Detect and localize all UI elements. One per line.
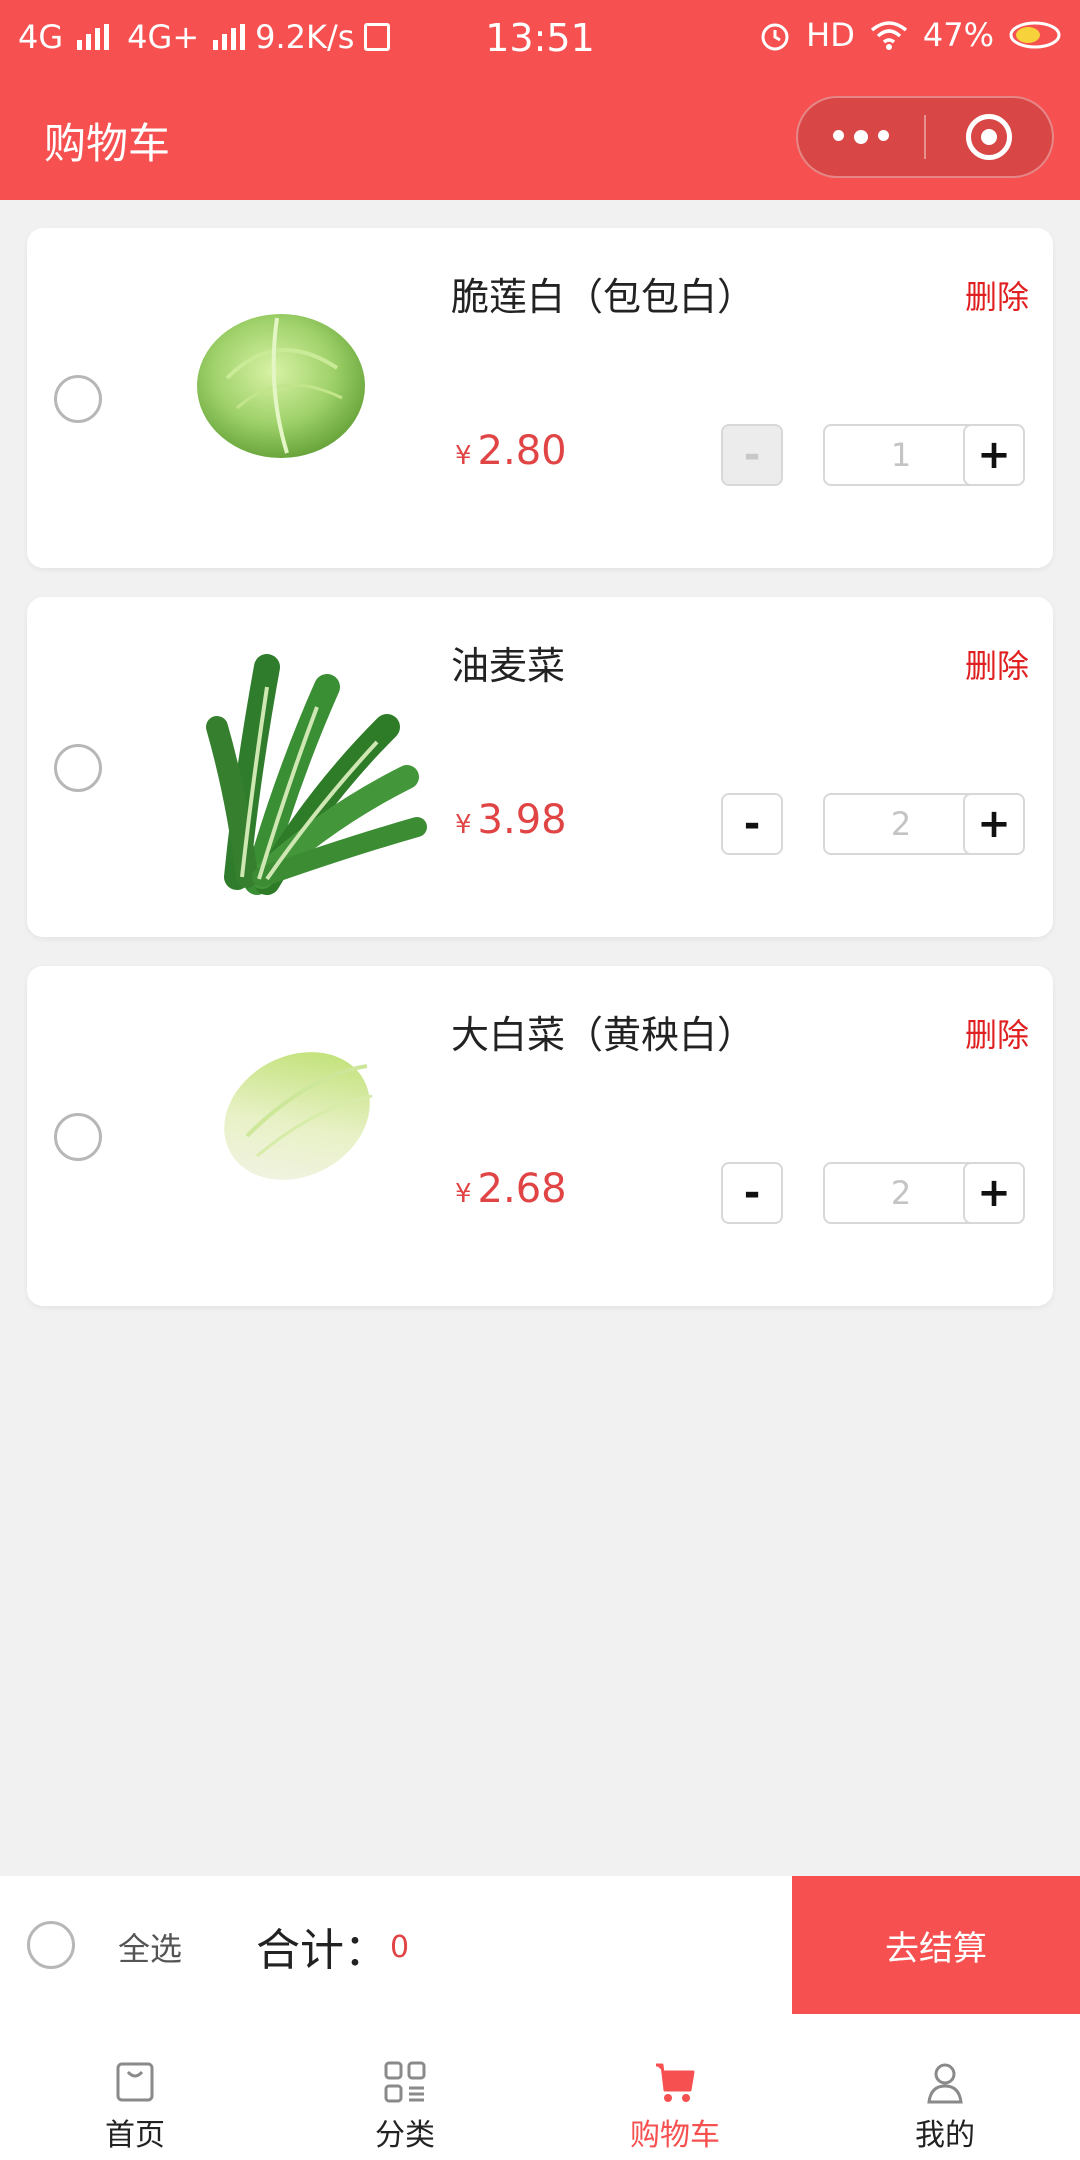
alarm-icon bbox=[761, 23, 789, 51]
status-right: HD 47% bbox=[758, 16, 1064, 54]
battery-icon bbox=[1009, 21, 1061, 49]
quantity-input[interactable]: 2 bbox=[823, 793, 979, 855]
product-name: 油麦菜 bbox=[451, 644, 566, 688]
currency-symbol: ¥ bbox=[455, 1179, 472, 1209]
battery-percent: 47% bbox=[922, 16, 994, 54]
currency-symbol: ¥ bbox=[455, 441, 472, 471]
item-select-radio[interactable] bbox=[54, 375, 102, 423]
increase-button[interactable]: + bbox=[963, 424, 1025, 486]
select-all-label[interactable]: 全选 bbox=[118, 1924, 182, 1970]
decrease-button[interactable]: - bbox=[721, 424, 783, 486]
item-select-radio[interactable] bbox=[54, 744, 102, 792]
more-dots-icon[interactable] bbox=[798, 130, 924, 144]
person-icon bbox=[927, 2063, 963, 2104]
mini-program-capsule bbox=[796, 96, 1054, 178]
quantity-input[interactable]: 1 bbox=[823, 424, 979, 486]
page-title: 购物车 bbox=[44, 119, 171, 168]
tab-label: 购物车 bbox=[630, 2118, 720, 2153]
tab-label: 我的 bbox=[915, 2118, 975, 2153]
home-bag-icon bbox=[116, 2062, 154, 2102]
cart-icon bbox=[656, 2063, 695, 2102]
top-bar: 4G 4G+ 9.2K/s 13:51 HD 47% 购物车 bbox=[0, 0, 1080, 200]
currency-symbol: ¥ bbox=[455, 810, 472, 840]
product-name: 脆莲白（包包白） bbox=[451, 275, 756, 319]
delete-button[interactable]: 删除 bbox=[965, 1010, 1029, 1056]
category-grid-icon bbox=[384, 2061, 426, 2103]
increase-button[interactable]: + bbox=[963, 1162, 1025, 1224]
item-select-radio[interactable] bbox=[54, 1113, 102, 1161]
cart-item: 脆莲白（包包白） 删除 ¥2.80 - 1 + bbox=[27, 228, 1053, 568]
price-value: 2.80 bbox=[477, 428, 567, 474]
checkout-button[interactable]: 去结算 bbox=[792, 1876, 1080, 2014]
increase-button[interactable]: + bbox=[963, 793, 1025, 855]
price-value: 2.68 bbox=[477, 1166, 567, 1212]
checkout-bar: 全选 合计： 0 去结算 bbox=[0, 1876, 1080, 2014]
product-image-cabbage bbox=[197, 314, 365, 458]
decrease-button[interactable]: - bbox=[721, 793, 783, 855]
product-image-lettuce bbox=[206, 654, 427, 895]
delete-button[interactable]: 删除 bbox=[965, 272, 1029, 318]
total-value: 0 bbox=[390, 1930, 410, 1965]
quantity-stepper: - 1 + bbox=[721, 424, 1025, 486]
quantity-stepper: - 2 + bbox=[721, 793, 1025, 855]
status-bar: 4G 4G+ 9.2K/s 13:51 HD 47% bbox=[0, 0, 1080, 76]
tab-home[interactable]: 首页 bbox=[0, 2014, 270, 2160]
delete-button[interactable]: 删除 bbox=[965, 641, 1029, 687]
tab-bar: 首页 分类 购物车 我的 bbox=[0, 2014, 1080, 2160]
close-target-icon[interactable] bbox=[926, 114, 1052, 160]
cart-list: 脆莲白（包包白） 删除 ¥2.80 - 1 + 油麦菜 删除 ¥ 3.98 - … bbox=[27, 228, 1053, 1335]
product-name: 大白菜（黄秧白） bbox=[451, 1013, 756, 1057]
product-price: ¥2.80 bbox=[455, 428, 567, 474]
tab-category[interactable]: 分类 bbox=[270, 2014, 540, 2160]
select-all-radio[interactable] bbox=[27, 1921, 75, 1969]
cart-item: 油麦菜 删除 ¥3.98 - 2 + bbox=[27, 597, 1053, 937]
total-label: 合计： bbox=[256, 1925, 388, 1976]
cart-item: 大白菜（黄秧白） 删除 ¥2.68 - 2 + bbox=[27, 966, 1053, 1306]
product-price: ¥3.98 bbox=[455, 797, 567, 843]
decrease-button[interactable]: - bbox=[721, 1162, 783, 1224]
wifi-icon bbox=[870, 21, 907, 50]
tab-mine[interactable]: 我的 bbox=[810, 2014, 1080, 2160]
price-value: 3.98 bbox=[477, 797, 567, 843]
quantity-input[interactable]: 2 bbox=[823, 1162, 979, 1224]
tab-label: 首页 bbox=[105, 2118, 165, 2153]
hd-label: HD bbox=[806, 16, 855, 54]
product-image-napa-cabbage bbox=[224, 1052, 373, 1180]
tab-label: 分类 bbox=[375, 2118, 435, 2153]
quantity-stepper: - 2 + bbox=[721, 1162, 1025, 1224]
product-price: ¥2.68 bbox=[455, 1166, 567, 1212]
tab-cart[interactable]: 购物车 bbox=[540, 2014, 810, 2160]
